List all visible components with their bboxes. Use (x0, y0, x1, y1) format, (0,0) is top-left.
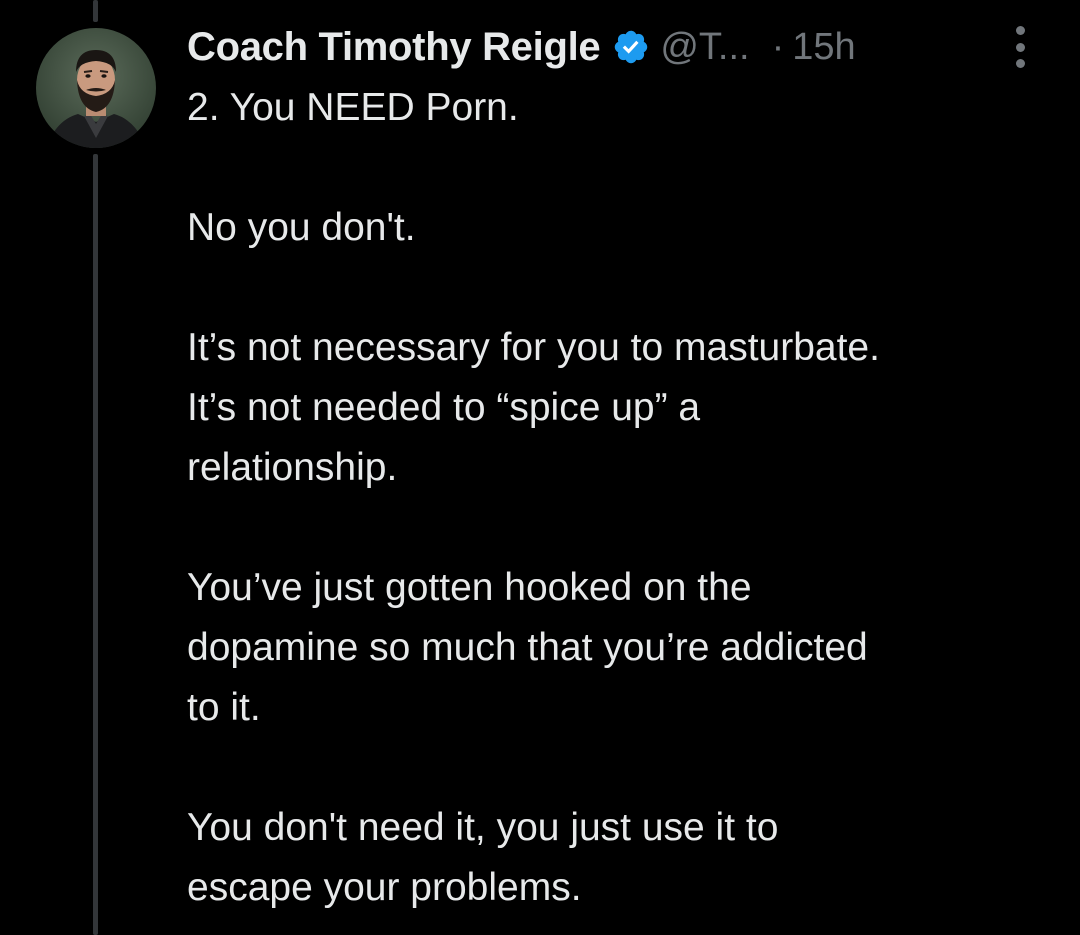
author-display-name[interactable]: Coach Timothy Reigle (187, 25, 601, 70)
vertical-ellipsis-icon[interactable] (1008, 26, 1032, 68)
tweet-paragraph: 2. You NEED Porn. (187, 78, 1047, 138)
tweet-line: It’s not needed to “spice up” a (187, 386, 701, 429)
tweet-line: No you don't. (187, 206, 416, 249)
tweet-line: relationship. (187, 446, 398, 489)
tweet-line: to it. (187, 686, 261, 729)
tweet-paragraph: You’ve just gotten hooked on the dopamin… (187, 558, 1047, 738)
tweet-paragraph: You don't need it, you just use it to es… (187, 798, 1047, 918)
verified-badge-icon (612, 28, 650, 66)
author-handle[interactable]: @T... (660, 26, 749, 69)
header-separator: · (771, 25, 785, 68)
tweet-header: Coach Timothy Reigle @T... · 15h (187, 22, 856, 72)
tweet-line: You don't need it, you just use it to (187, 806, 779, 849)
tweet-line: escape your problems. (187, 866, 582, 909)
thread-connector-bottom (93, 154, 98, 935)
tweet-line: dopamine so much that you’re addicted (187, 626, 868, 669)
tweet-paragraph: No you don't. (187, 198, 1047, 258)
tweet-line: 2. You NEED Porn. (187, 86, 519, 129)
avatar-photo-icon (36, 28, 156, 148)
author-avatar[interactable] (36, 28, 156, 148)
tweet-text: 2. You NEED Porn. No you don't. It’s not… (187, 78, 1047, 918)
thread-connector-top (93, 0, 98, 22)
tweet-paragraph: It’s not necessary for you to masturbate… (187, 318, 1047, 498)
tweet-line: You’ve just gotten hooked on the (187, 566, 752, 609)
tweet-timestamp[interactable]: 15h (792, 26, 855, 69)
tweet-line: It’s not necessary for you to masturbate… (187, 326, 880, 369)
